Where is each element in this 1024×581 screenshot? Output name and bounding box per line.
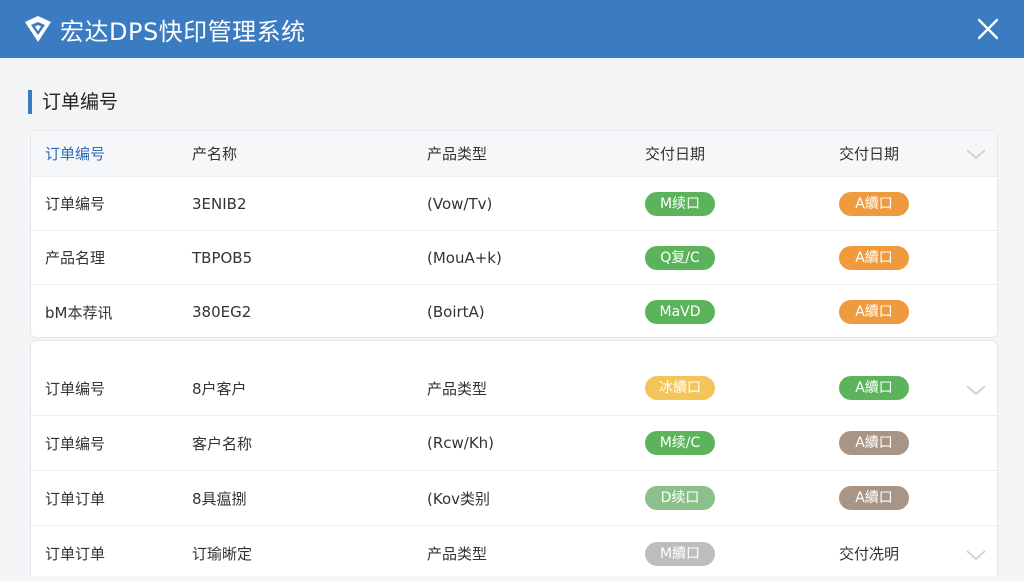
product-type-cell: 产品类型 [427, 379, 488, 398]
header-cell[interactable]: 产名称 [192, 131, 237, 176]
status-badge[interactable]: D续口 [645, 486, 715, 510]
product-type-cell: (Vow/Tv) [427, 194, 493, 213]
order-id-cell: 订单编号 [45, 379, 106, 398]
product-name-cell: 3ENIB2 [192, 194, 247, 213]
order-id-cell: 产品名理 [45, 249, 106, 267]
customer-cell: 8具瘟捌 [192, 489, 247, 508]
status-badge[interactable]: M續口 [645, 541, 715, 566]
close-icon[interactable] [974, 15, 1002, 43]
status-badge[interactable]: M续/C [645, 431, 715, 455]
status-badge[interactable]: 冰續口 [645, 376, 715, 400]
product-name-cell: TBPOB5 [192, 248, 253, 267]
chevron-down-icon[interactable] [965, 383, 987, 397]
chevron-down-icon[interactable] [965, 147, 987, 161]
table-row[interactable]: 订单编号 3ENIB2 (Vow/Tv) M续口 A續口 [31, 177, 997, 231]
title-bar: 宏达DPS快印管理系统 [0, 0, 1024, 58]
customer-cell: 订瑜晰定 [192, 545, 253, 563]
app-title: 宏达DPS快印管理系统 [60, 17, 306, 46]
status-badge[interactable]: A續口 [839, 300, 909, 324]
table-row[interactable]: 订单编号 8户客户 产品类型 冰續口 A續口 [31, 361, 997, 416]
delivery-note-cell: 交付冼明 [839, 545, 900, 563]
product-type-cell: (Rcw/Kh) [427, 434, 495, 452]
order-table-panel-a: 订单编号 产名称 产品类型 交付日期 交付日期 订单编号 3ENIB2 (Vow… [30, 130, 998, 338]
status-badge[interactable]: A續口 [839, 376, 909, 400]
header-cell[interactable]: 交付日期 [645, 131, 705, 176]
customer-cell: 8户客户 [192, 379, 247, 398]
chevron-down-icon[interactable] [965, 548, 987, 562]
order-id-cell: 订单订单 [45, 489, 106, 508]
status-badge[interactable]: MaVD [645, 300, 715, 324]
product-type-cell: (BoirtA) [427, 303, 485, 321]
header-cell[interactable]: 交付日期 [839, 131, 899, 176]
order-id-cell: 订单订单 [45, 545, 106, 563]
section-title: 订单编号 [28, 90, 118, 114]
table-row[interactable]: 订单订单 8具瘟捌 (Kov类别 D续口 A續口 [31, 471, 997, 526]
table-row[interactable]: 订单编号 客户名称 (Rcw/Kh) M续/C A續口 [31, 416, 997, 471]
status-badge[interactable]: M续口 [645, 191, 715, 216]
table-row[interactable]: 产品名理 TBPOB5 (MouA+k) Q复/C A續口 [31, 231, 997, 285]
order-id-cell: 订单编号 [45, 195, 106, 213]
table-row[interactable]: bM本荐讯 380EG2 (BoirtA) MaVD A續口 [31, 285, 997, 339]
product-type-cell: (MouA+k) [427, 248, 502, 267]
order-table-panel-b: 订单编号 8户客户 产品类型 冰續口 A續口 订单编号 客户名称 (Rcw/Kh… [30, 340, 998, 576]
product-name-cell: 380EG2 [192, 303, 252, 321]
status-badge[interactable]: A續口 [839, 245, 909, 270]
order-id-cell: bM本荐讯 [45, 303, 113, 322]
product-type-cell: (Kov类别 [427, 489, 490, 508]
product-type-cell: 产品类型 [427, 545, 488, 563]
header-cell[interactable]: 产品类型 [427, 131, 487, 176]
customer-cell: 客户名称 [192, 434, 253, 453]
status-badge[interactable]: Q复/C [645, 245, 715, 270]
order-id-cell: 订单编号 [45, 434, 106, 453]
table-row[interactable]: 订单订单 订瑜晰定 产品类型 M續口 交付冼明 [31, 526, 997, 581]
header-cell[interactable]: 订单编号 [45, 131, 105, 176]
status-badge[interactable]: A續口 [839, 191, 909, 216]
app-logo-icon [25, 16, 51, 42]
status-badge[interactable]: A續口 [839, 431, 909, 455]
status-badge[interactable]: A續口 [839, 486, 909, 510]
table-header-row: 订单编号 产名称 产品类型 交付日期 交付日期 [31, 131, 997, 177]
